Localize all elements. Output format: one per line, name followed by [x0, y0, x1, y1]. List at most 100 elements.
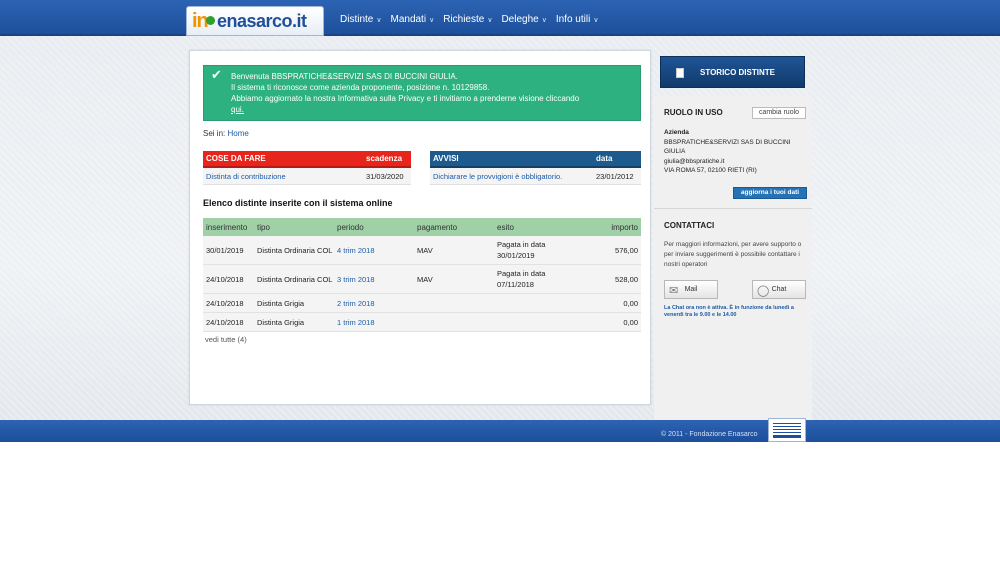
- aggiorna-dati-button[interactable]: aggiorna i tuoi dati: [733, 187, 807, 199]
- main-nav: Distinte ∨ Mandati ∨ Richieste ∨ Deleghe ∨ I…: [340, 14, 607, 25]
- azienda-email: giulia@bbspratiche.it: [664, 157, 725, 165]
- nav-info-utili[interactable]: Info utili ∨: [556, 14, 599, 25]
- welcome-message: ✔ Benvenuta BBSPRATICHE&SERVIZI SAS DI B…: [203, 65, 641, 121]
- nav-mandati[interactable]: Mandati ∨: [390, 14, 434, 25]
- distinte-list-title: Elenco distinte inserite con il sistema …: [203, 198, 393, 208]
- avvisi-col-data: data: [596, 154, 613, 163]
- breadcrumb-prefix: Sei in:: [203, 129, 226, 138]
- storico-distinte-button[interactable]: STORICO DISTINTE: [660, 56, 805, 88]
- distinte-table: inserimento tipo periodo pagamento esito…: [203, 218, 641, 332]
- cell-importo: 576,00: [615, 245, 638, 255]
- footer: © 2011 - Fondazione Enasarco: [0, 418, 1000, 442]
- table-header: inserimento tipo periodo pagamento esito…: [203, 218, 641, 236]
- th-importo: importo: [611, 222, 638, 232]
- th-periodo: periodo: [337, 222, 364, 232]
- chevron-down-icon: ∨: [487, 16, 493, 24]
- breadcrumb-home-link[interactable]: Home: [227, 129, 248, 138]
- cell-importo: 0,00: [623, 298, 638, 308]
- nav-distinte-label: Distinte: [340, 14, 374, 25]
- cose-da-fare-title: COSE DA FARE: [206, 154, 266, 163]
- chevron-down-icon: ∨: [376, 16, 382, 24]
- table-row: 24/10/2018 Distinta Grigia 2 trim 2018 0…: [203, 294, 641, 313]
- mail-button[interactable]: ✉ Mail: [664, 280, 718, 299]
- document-icon: [676, 68, 684, 78]
- chat-button[interactable]: ◯ Chat: [752, 280, 806, 299]
- chevron-down-icon: ∨: [593, 16, 599, 24]
- th-inserimento: inserimento: [206, 222, 248, 232]
- cell-periodo-link[interactable]: 1 trim 2018: [337, 318, 417, 327]
- cell-tipo: Distinta Ordinaria COL: [257, 245, 333, 255]
- azienda-info: Azienda BBSPRATICHE&SERVIZI SAS DI BUCCI…: [664, 128, 809, 176]
- cose-da-fare-box: COSE DA FARE scadenza Distinta di contri…: [203, 151, 411, 185]
- cell-periodo-link[interactable]: 3 trim 2018: [337, 275, 417, 284]
- distinta-contribuzione-link[interactable]: Distinta di contribuzione: [206, 172, 366, 181]
- nav-mandati-label: Mandati: [390, 14, 427, 25]
- welcome-line-3: Abbiamo aggiornato la nostra Informativa…: [231, 94, 580, 103]
- enasarco-logo[interactable]: in enasarco.it: [186, 6, 324, 36]
- privacy-link[interactable]: qui.: [231, 104, 632, 115]
- cambia-ruolo-button[interactable]: cambia ruolo: [752, 107, 806, 119]
- chevron-down-icon: ∨: [541, 16, 547, 24]
- nav-deleghe-label: Deleghe: [501, 14, 539, 25]
- nav-info-utili-label: Info utili: [555, 14, 591, 25]
- table-row: 24/10/2018 Distinta Ordinaria COL 3 trim…: [203, 265, 641, 294]
- chevron-down-icon: ∨: [429, 16, 435, 24]
- cell-pagamento: MAV: [417, 274, 433, 284]
- nav-richieste-label: Richieste: [443, 14, 485, 25]
- mail-icon: ✉: [669, 285, 679, 297]
- breadcrumb: Sei in: Home: [203, 129, 249, 138]
- nav-distinte[interactable]: Distinte ∨: [340, 14, 381, 25]
- main-content-panel: ✔ Benvenuta BBSPRATICHE&SERVIZI SAS DI B…: [189, 50, 651, 405]
- welcome-line-1: Benvenuta BBSPRATICHE&SERVIZI SAS DI BUC…: [231, 72, 458, 81]
- cell-tipo: Distinta Grigia: [257, 298, 305, 308]
- avvisi-box: AVVISI data Dichiarare le provvigioni è …: [430, 151, 641, 185]
- cose-da-fare-header: COSE DA FARE scadenza: [203, 151, 411, 168]
- nav-richieste[interactable]: Richieste ∨: [443, 14, 492, 25]
- mail-label: Mail: [684, 286, 698, 293]
- cell-pagamento: MAV: [417, 245, 433, 255]
- table-row: 30/01/2019 Distinta Ordinaria COL 4 trim…: [203, 236, 641, 265]
- avviso-link[interactable]: Dichiarare le provvigioni è obbligatorio…: [433, 172, 596, 181]
- cell-tipo: Distinta Ordinaria COL: [257, 274, 333, 284]
- vedi-tutte-link[interactable]: vedi tutte (4): [205, 335, 247, 344]
- avvisi-header: AVVISI data: [430, 151, 641, 168]
- th-tipo: tipo: [257, 222, 270, 232]
- cell-inserimento: 24/10/2018: [206, 274, 244, 284]
- sidebar-divider: [654, 208, 812, 209]
- cell-importo: 528,00: [615, 274, 638, 284]
- contattaci-title: CONTATTACI: [664, 221, 715, 230]
- chat-label: Chat: [771, 286, 787, 293]
- nav-deleghe[interactable]: Deleghe ∨: [501, 14, 546, 25]
- list-item: Dichiarare le provvigioni è obbligatorio…: [430, 168, 641, 185]
- list-item: Distinta di contribuzione 31/03/2020: [203, 168, 411, 185]
- chat-note: La Chat ora non è attiva. È in funzione …: [664, 305, 794, 318]
- chat-icon: ◯: [757, 285, 770, 297]
- logo-dot: [206, 16, 215, 25]
- azienda-name: BBSPRATICHE&SERVIZI SAS DI BUCCINI GIULI…: [664, 138, 791, 156]
- cell-periodo-link[interactable]: 4 trim 2018: [337, 246, 417, 255]
- azienda-address: VIA ROMA 57, 02100 RIETI (RI): [664, 167, 757, 174]
- scadenza-date: 31/03/2020: [366, 171, 404, 181]
- checkmark-icon: ✔: [211, 67, 222, 82]
- azienda-label: Azienda: [664, 129, 689, 136]
- th-pagamento: pagamento: [417, 222, 458, 232]
- avvisi-title: AVVISI: [433, 154, 459, 163]
- ruolo-in-uso-title: RUOLO IN USO: [664, 108, 723, 117]
- enasarco-emblem-icon: [768, 418, 806, 442]
- cose-da-fare-col-scadenza: scadenza: [366, 154, 403, 163]
- contattaci-info: Per maggiori informazioni, per avere sup…: [664, 241, 802, 268]
- cell-esito: Pagata in data 30/01/2019: [497, 240, 546, 260]
- welcome-line-2: Il sistema ti riconosce come azienda pro…: [231, 83, 490, 92]
- footer-copyright: © 2011 - Fondazione Enasarco: [661, 431, 758, 438]
- cell-periodo-link[interactable]: 2 trim 2018: [337, 299, 417, 308]
- cell-inserimento: 24/10/2018: [206, 298, 244, 308]
- cell-tipo: Distinta Grigia: [257, 317, 305, 327]
- th-esito: esito: [497, 222, 514, 232]
- logo-rest-text: enasarco.it: [217, 11, 307, 31]
- cell-inserimento: 24/10/2018: [206, 317, 244, 327]
- storico-distinte-label: STORICO DISTINTE: [700, 67, 775, 77]
- avviso-date: 23/01/2012: [596, 171, 634, 181]
- cell-esito: Pagata in data 07/11/2018: [497, 269, 546, 289]
- cell-inserimento: 30/01/2019: [206, 245, 244, 255]
- cell-importo: 0,00: [623, 317, 638, 327]
